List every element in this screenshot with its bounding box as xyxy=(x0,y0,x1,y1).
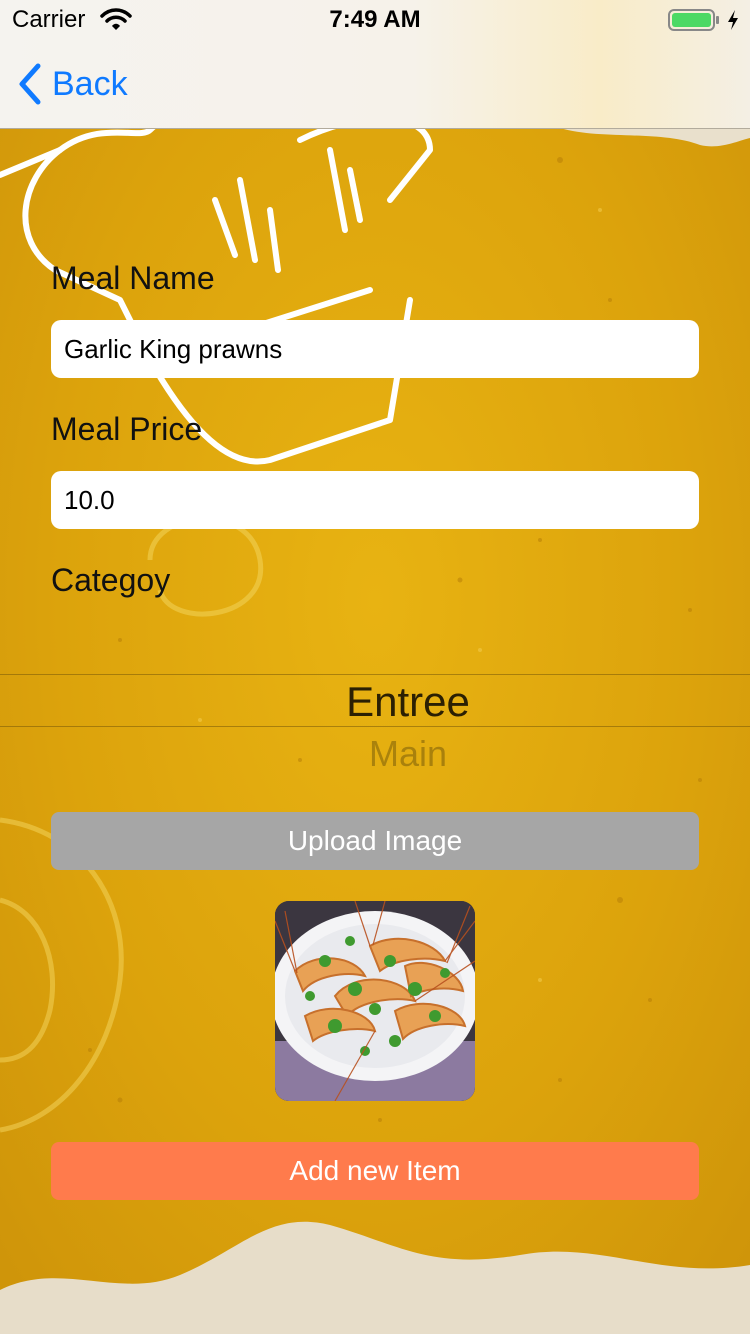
back-label: Back xyxy=(52,64,128,103)
picker-top-divider xyxy=(0,674,750,675)
add-new-item-button[interactable]: Add new Item xyxy=(51,1142,699,1200)
meal-name-label: Meal Name xyxy=(51,260,215,296)
picker-next-option[interactable]: Main xyxy=(0,734,750,774)
prawn-dish-image xyxy=(275,901,475,1101)
chevron-left-icon xyxy=(19,63,41,105)
back-button[interactable]: Back xyxy=(16,60,128,108)
meal-name-input[interactable] xyxy=(51,320,699,378)
screen: Back Carrier 7:49 AM Meal Name Meal Pric… xyxy=(0,0,750,1334)
status-bar: Carrier 7:49 AM xyxy=(0,0,750,40)
category-picker[interactable]: Entree Main xyxy=(0,628,750,778)
status-time: 7:49 AM xyxy=(329,6,421,33)
meal-image xyxy=(275,901,475,1101)
picker-bottom-divider xyxy=(0,726,750,727)
charging-bolt-icon xyxy=(728,10,738,30)
battery-charging-icon xyxy=(668,9,719,31)
meal-price-label: Meal Price xyxy=(51,411,203,447)
picker-selected-option[interactable]: Entree xyxy=(0,678,750,726)
category-label: Categoy xyxy=(51,562,171,598)
meal-price-input[interactable] xyxy=(51,471,699,529)
upload-image-button[interactable]: Upload Image xyxy=(51,812,699,870)
